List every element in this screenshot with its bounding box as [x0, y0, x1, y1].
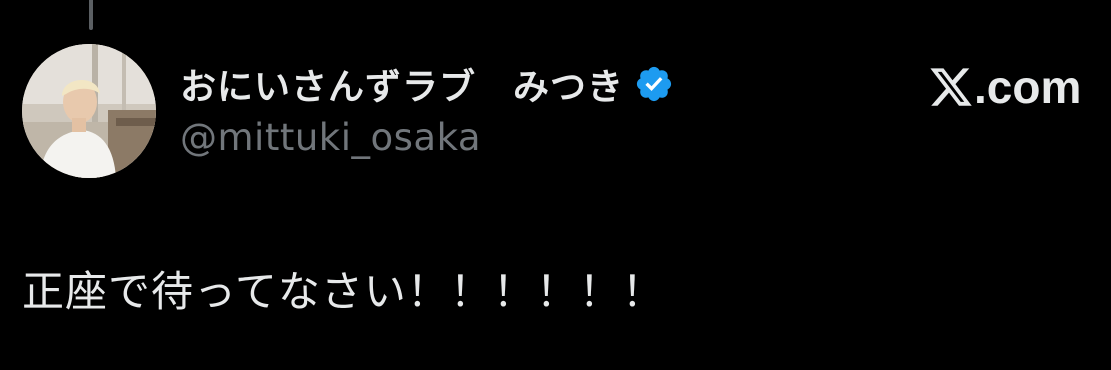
name-row: おにいさんずラブ みつき — [180, 58, 674, 110]
verified-badge-icon[interactable] — [634, 64, 674, 104]
avatar[interactable] — [22, 44, 156, 178]
author-display-name[interactable]: おにいさんずラブ みつき — [180, 58, 624, 110]
brand-watermark: .com — [928, 64, 1081, 110]
post-body-text: 正座で待ってなさい！！！！！！ — [22, 267, 665, 316]
avatar-photo — [22, 44, 156, 178]
x-logo-icon — [928, 64, 974, 110]
author-handle[interactable]: @mittuki_osaka — [180, 116, 674, 159]
brand-domain-text: .com — [974, 61, 1082, 113]
post-header: おにいさんずラブ みつき @mittuki_osaka — [180, 58, 674, 159]
thread-connector-line — [89, 0, 93, 30]
